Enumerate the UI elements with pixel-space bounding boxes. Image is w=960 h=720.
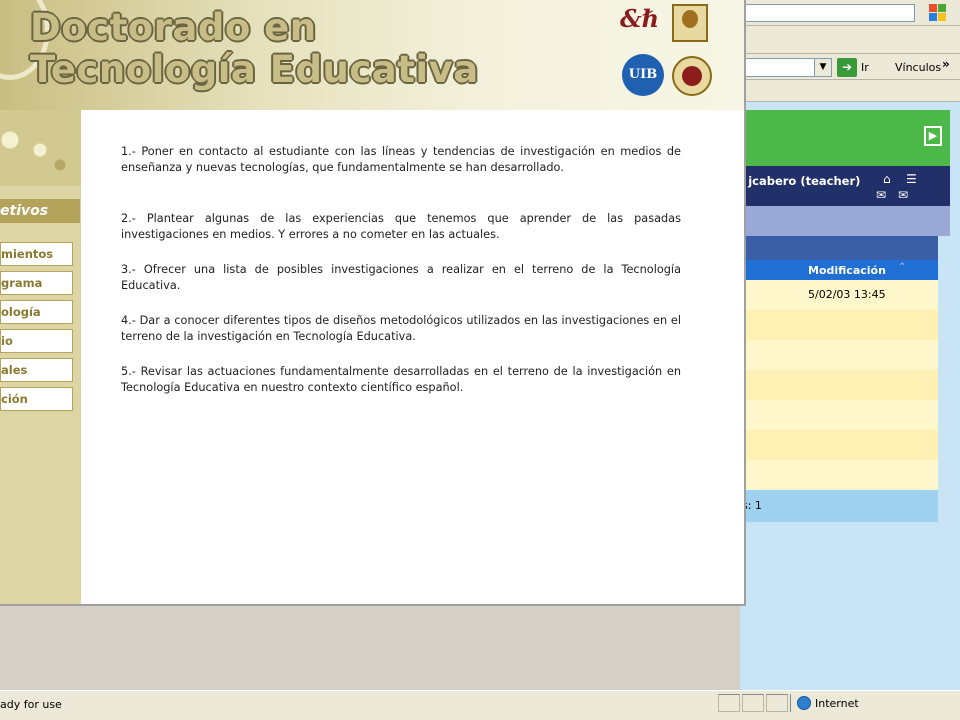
links-toolbar-label[interactable]: Vínculos <box>895 61 941 74</box>
user-list-icon[interactable]: ☰ <box>906 172 917 186</box>
objective-paragraph-1: 1.- Poner en contacto al estudiante con … <box>121 145 681 175</box>
sidebar-item-6[interactable]: ción <box>0 387 73 411</box>
sidebar-decoration <box>0 110 81 186</box>
sidebar-item-5[interactable]: ales <box>0 358 73 382</box>
uib-logo-icon: UIB <box>622 54 664 96</box>
logo-2-icon <box>672 4 708 42</box>
browser-menu-strip <box>740 0 960 26</box>
address-dropdown-icon[interactable]: ▼ <box>814 58 832 77</box>
address-bar: ▼ ➔ Ir Vínculos » <box>740 54 960 80</box>
go-button[interactable]: Ir <box>861 61 869 74</box>
banner: Doctorado en Tecnología Educativa &ℏ UIB <box>0 0 744 110</box>
user-label: / jcabero (teacher) <box>740 174 861 188</box>
table-title-bar <box>740 236 938 260</box>
table-header: Modificación ⌃ <box>740 260 938 280</box>
status-bar: ady for use Internet <box>0 690 960 720</box>
table-row <box>740 340 938 370</box>
menu-strip-field <box>743 4 915 22</box>
internet-globe-icon <box>797 696 811 710</box>
table-row <box>740 460 938 490</box>
banner-title-line2: Tecnología Educativa <box>30 48 479 91</box>
table-row <box>740 310 938 340</box>
sidebar-item-3[interactable]: ología <box>0 300 73 324</box>
browser-toolbar-extra <box>740 80 960 102</box>
objective-paragraph-5: 5.- Revisar las actuaciones fundamentalm… <box>121 365 681 395</box>
security-zone: Internet <box>790 694 950 712</box>
address-input[interactable] <box>743 58 821 77</box>
sidebar-item-4[interactable]: io <box>0 329 73 353</box>
column-modificacion[interactable]: Modificación <box>808 264 886 277</box>
app-header-bar: ▶ <box>740 110 950 166</box>
status-pane <box>718 694 740 712</box>
sort-up-icon[interactable]: ⌃ <box>898 262 906 273</box>
user-bar: / jcabero (teacher) ⌂ ☰ ✉ ✉ <box>740 166 950 206</box>
table-row <box>740 370 938 400</box>
mail-icon[interactable]: ✉ <box>876 188 886 202</box>
zone-label: Internet <box>815 697 859 710</box>
objective-paragraph-3: 3.- Ofrecer una lista de posibles invest… <box>121 263 681 293</box>
table-row[interactable]: - 5/02/03 13:45 <box>740 280 938 310</box>
logo-4-icon <box>672 56 712 96</box>
objective-paragraph-2: 2.- Plantear algunas de las experiencias… <box>121 212 681 242</box>
go-arrow-icon[interactable]: ➔ <box>837 58 857 77</box>
sidebar-item-2[interactable]: grama <box>0 271 73 295</box>
subheader-bar <box>740 206 950 236</box>
row-date: 5/02/03 13:45 <box>808 288 886 301</box>
objectives-content: 1.- Poner en contacto al estudiante con … <box>81 110 744 604</box>
links-chevron-icon[interactable]: » <box>942 57 950 71</box>
table-footer: s: 1 <box>740 490 938 522</box>
home-icon[interactable]: ⌂ <box>883 172 891 186</box>
send-mail-icon[interactable]: ✉ <box>898 188 908 202</box>
browser-toolbar <box>740 26 960 54</box>
banner-title-line1: Doctorado en <box>30 6 317 49</box>
logo-1-icon: &ℏ <box>620 4 660 33</box>
table-row <box>740 430 938 460</box>
status-pane <box>742 694 764 712</box>
sidebar-item-1[interactable]: mientos <box>0 242 73 266</box>
table-row <box>740 400 938 430</box>
popup-window: Doctorado en Tecnología Educativa &ℏ UIB… <box>0 0 746 606</box>
sidebar-section-title: etivos <box>0 199 80 223</box>
windows-logo-icon <box>923 2 957 24</box>
exit-icon[interactable]: ▶ <box>924 126 942 146</box>
status-pane <box>766 694 788 712</box>
sidebar: etivos mientos grama ología io ales ción <box>0 110 81 604</box>
objective-paragraph-4: 4.- Dar a conocer diferentes tipos de di… <box>121 314 681 344</box>
status-text: ady for use <box>0 698 62 711</box>
browser-page: ▶ / jcabero (teacher) ⌂ ☰ ✉ ✉ Modificaci… <box>740 102 960 690</box>
